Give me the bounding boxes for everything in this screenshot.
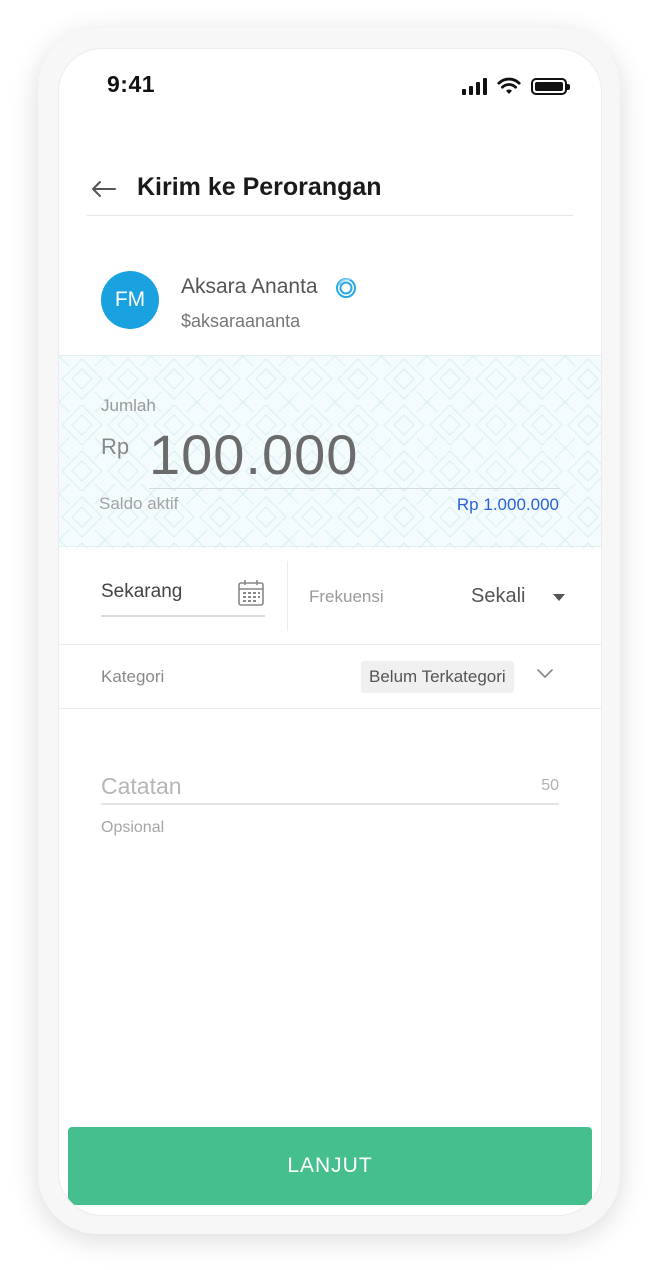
next-button[interactable]: LANJUT (68, 1127, 592, 1205)
frequency-value: Sekali (471, 585, 526, 607)
schedule-row: Sekarang Frekuensi Sekali (59, 547, 601, 645)
verified-badge-icon (336, 278, 356, 298)
app-screen: 9:41 Kirim ke Perorangan FM Aksara Anant… (58, 48, 602, 1216)
recipient-handle: $aksaraananta (181, 311, 301, 331)
back-button[interactable] (87, 177, 119, 201)
avatar: FM (101, 271, 159, 329)
currency-prefix: Rp (101, 434, 130, 459)
frequency-dropdown[interactable]: Sekali (469, 583, 565, 613)
amount-underline (149, 488, 559, 489)
status-icons (462, 77, 570, 95)
status-bar: 9:41 (59, 49, 601, 129)
recipient-card: FM Aksara Ananta $aksaraananta (59, 217, 601, 331)
calendar-icon[interactable] (237, 579, 265, 607)
status-time: 9:41 (107, 71, 156, 97)
balance-value: Rp 1.000.000 (456, 495, 559, 514)
page-header: Kirim ke Perorangan (59, 149, 601, 219)
note-char-counter: 50 (541, 777, 559, 794)
wifi-icon (497, 77, 521, 94)
note-hint: Opsional (101, 819, 165, 836)
cellular-signal-icon (462, 77, 487, 95)
recipient-name: Aksara Ananta (181, 275, 318, 298)
amount-input[interactable]: 100.000 (149, 422, 358, 487)
date-picker[interactable]: Sekarang (101, 577, 265, 617)
frequency-label: Frekuensi (309, 587, 384, 606)
date-value: Sekarang (101, 581, 183, 602)
note-field: 50 (101, 769, 559, 805)
category-label: Kategori (101, 667, 165, 686)
balance-label: Saldo aktif (99, 494, 179, 513)
amount-label: Jumlah (101, 396, 156, 415)
chevron-down-icon[interactable] (537, 669, 553, 679)
vertical-divider (287, 561, 288, 631)
category-select[interactable]: Belum Terkategori (361, 661, 514, 693)
note-input[interactable] (101, 769, 501, 803)
amount-section: Jumlah Rp 100.000 Saldo aktif Rp 1.000.0… (59, 355, 601, 548)
page-title: Kirim ke Perorangan (137, 173, 382, 201)
battery-icon (531, 77, 570, 95)
category-row: Kategori Belum Terkategori (59, 645, 601, 709)
caret-down-icon (553, 594, 565, 601)
phone-frame: 9:41 Kirim ke Perorangan FM Aksara Anant… (38, 28, 620, 1234)
header-divider (87, 215, 573, 216)
